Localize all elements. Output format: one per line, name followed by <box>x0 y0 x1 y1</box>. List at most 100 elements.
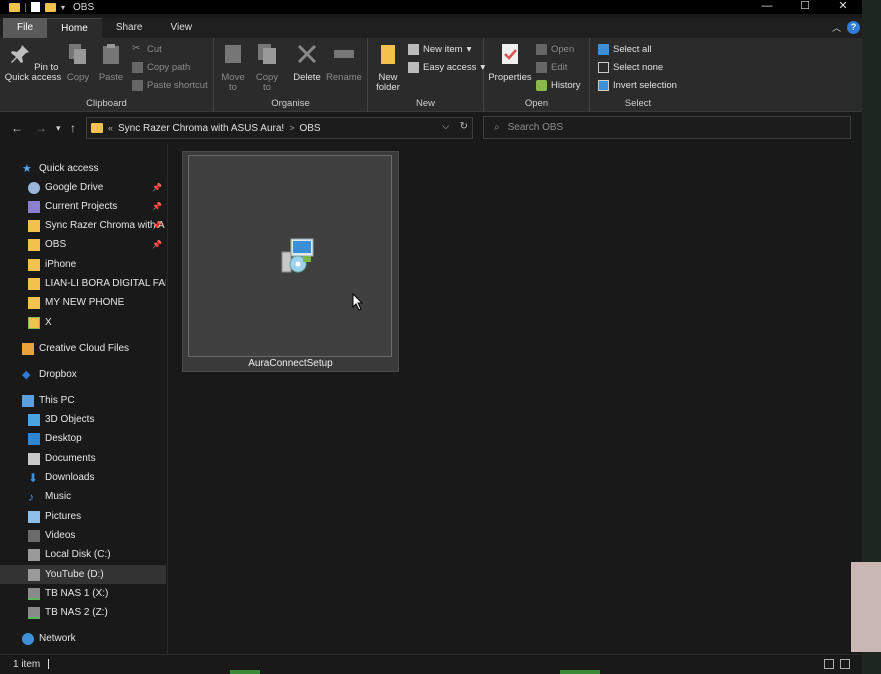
nav-dropbox[interactable]: ◆ Dropbox <box>0 365 166 384</box>
refresh-icon[interactable]: ↻ <box>460 121 468 132</box>
installer-icon <box>281 238 314 273</box>
collapse-ribbon-icon[interactable]: ︿ <box>832 21 841 34</box>
tab-share[interactable]: Share <box>102 18 157 38</box>
tab-view[interactable]: View <box>157 18 207 38</box>
document-icon <box>28 452 40 465</box>
file-tile[interactable]: AuraConnectSetup <box>182 151 399 372</box>
folder-icon <box>91 123 103 133</box>
recent-locations-icon[interactable]: ▾ <box>56 123 61 134</box>
nav-item-music[interactable]: ♪ Music <box>0 487 166 506</box>
details-view-icon[interactable] <box>824 659 834 669</box>
nav-item-google-drive[interactable]: Google Drive 📌 <box>0 178 166 197</box>
back-arrow-icon[interactable]: ← <box>11 121 23 135</box>
minimize-button[interactable]: — <box>748 0 786 14</box>
copy-icon <box>69 44 86 64</box>
nav-label: OBS <box>45 239 67 250</box>
nav-quick-access[interactable]: ★ Quick access <box>0 159 166 178</box>
easy-access-button[interactable]: Easy access ▾ <box>408 62 485 73</box>
rename-label: Rename <box>326 72 362 83</box>
breadcrumb-item[interactable]: OBS <box>299 123 320 134</box>
paste-button[interactable]: Paste <box>96 42 126 83</box>
history-button[interactable]: History <box>536 80 581 91</box>
move-to-button[interactable]: Move to <box>218 42 248 93</box>
properties-icon[interactable] <box>31 2 40 12</box>
easy-access-label: Easy access <box>423 62 477 73</box>
mouse-cursor-icon <box>352 293 364 311</box>
nav-item-iphone[interactable]: iPhone <box>0 255 166 274</box>
organise-group-label: Organise <box>271 98 310 109</box>
select-all-label: Select all <box>613 44 652 55</box>
new-item-button[interactable]: New item ▾ <box>408 44 471 55</box>
properties-button[interactable]: Properties <box>488 42 532 83</box>
nav-item-downloads[interactable]: ⬇ Downloads <box>0 468 166 487</box>
pin-to-quick-access-button[interactable]: Pin to Quick access <box>4 42 62 83</box>
nav-item-lian-li[interactable]: LIAN-LI BORA DIGITAL FANS <box>0 274 166 293</box>
close-button[interactable]: ✕ <box>824 0 862 14</box>
select-none-button[interactable]: Select none <box>598 62 663 73</box>
navigation-pane: ★ Quick access Google Drive 📌 Current Pr… <box>0 144 168 654</box>
nav-item-tb-nas-1[interactable]: TB NAS 1 (X:) <box>0 584 166 603</box>
nav-item-tb-nas-2[interactable]: TB NAS 2 (Z:) <box>0 603 166 622</box>
drive-icon <box>28 548 40 561</box>
tab-home[interactable]: Home <box>47 18 102 38</box>
nav-item-3d-objects[interactable]: 3D Objects <box>0 410 166 429</box>
chevron-down-icon[interactable]: ▾ <box>61 3 65 12</box>
nav-item-sync-razer[interactable]: Sync Razer Chroma with A 📌 <box>0 216 166 235</box>
copy-to-button[interactable]: Copy to <box>252 42 282 93</box>
help-icon[interactable]: ? <box>847 21 860 34</box>
nav-label: Google Drive <box>45 182 104 193</box>
nav-this-pc[interactable]: This PC <box>0 391 166 410</box>
folder-icon <box>28 296 40 309</box>
nav-item-local-disk-c[interactable]: Local Disk (C:) <box>0 545 166 564</box>
nav-item-pictures[interactable]: Pictures <box>0 507 166 526</box>
rename-button[interactable]: Rename <box>326 42 362 83</box>
cut-button[interactable]: ✂ Cut <box>132 44 162 56</box>
nav-item-desktop[interactable]: Desktop <box>0 429 166 448</box>
search-input[interactable]: ⌕ Search OBS <box>483 116 851 139</box>
nav-item-current-projects[interactable]: Current Projects 📌 <box>0 197 166 216</box>
text-caret <box>48 659 50 670</box>
new-group-label: New <box>415 98 435 109</box>
nav-item-obs[interactable]: OBS 📌 <box>0 235 166 254</box>
pictures-icon <box>28 510 40 523</box>
new-folder-label: New folder <box>376 72 400 93</box>
nav-label: Videos <box>45 530 76 541</box>
cube-icon <box>28 413 40 426</box>
breadcrumb-separator[interactable]: > <box>289 123 294 133</box>
copy-button[interactable]: Copy <box>63 42 93 83</box>
folder-x-icon <box>28 316 40 329</box>
nav-item-x[interactable]: X <box>0 313 166 332</box>
nav-label: Local Disk (C:) <box>45 549 111 560</box>
breadcrumb-item[interactable]: Sync Razer Chroma with ASUS Aura! <box>118 123 284 134</box>
pin-icon: 📌 <box>152 183 162 192</box>
paste-shortcut-label: Paste shortcut <box>147 80 208 91</box>
address-bar[interactable]: « Sync Razer Chroma with ASUS Aura! > OB… <box>86 117 473 139</box>
new-folder-icon[interactable] <box>45 2 56 12</box>
nav-creative-cloud[interactable]: Creative Cloud Files <box>0 339 166 358</box>
file-list: AuraConnectSetup <box>169 144 862 654</box>
nav-network[interactable]: Network <box>0 629 166 648</box>
move-to-label: Move to <box>221 72 245 93</box>
select-all-button[interactable]: Select all <box>598 44 652 55</box>
edit-button[interactable]: Edit <box>536 62 567 73</box>
nav-label: MY NEW PHONE <box>45 297 125 308</box>
folder-icon[interactable] <box>9 2 20 12</box>
copy-path-button[interactable]: Copy path <box>132 62 190 73</box>
invert-selection-button[interactable]: Invert selection <box>598 80 677 91</box>
tab-file[interactable]: File <box>3 18 48 38</box>
chevron-down-icon[interactable]: ⌵ <box>442 121 450 132</box>
paste-shortcut-button[interactable]: Paste shortcut <box>132 80 208 91</box>
maximize-button[interactable]: ☐ <box>786 0 824 14</box>
new-folder-button[interactable]: New folder <box>372 42 404 93</box>
nav-item-my-new-phone[interactable]: MY NEW PHONE <box>0 293 166 312</box>
forward-arrow-icon[interactable]: → <box>35 121 47 135</box>
nav-item-youtube-d[interactable]: YouTube (D:) <box>0 565 166 584</box>
large-icons-view-icon[interactable] <box>840 659 850 669</box>
open-button[interactable]: Open <box>536 44 574 55</box>
breadcrumb-overflow[interactable]: « <box>108 123 113 133</box>
nav-item-videos[interactable]: Videos <box>0 526 166 545</box>
nav-item-documents[interactable]: Documents <box>0 449 166 468</box>
properties-label: Properties <box>488 72 532 83</box>
delete-button[interactable]: Delete <box>291 42 323 83</box>
up-arrow-icon[interactable]: ↑ <box>70 121 76 135</box>
